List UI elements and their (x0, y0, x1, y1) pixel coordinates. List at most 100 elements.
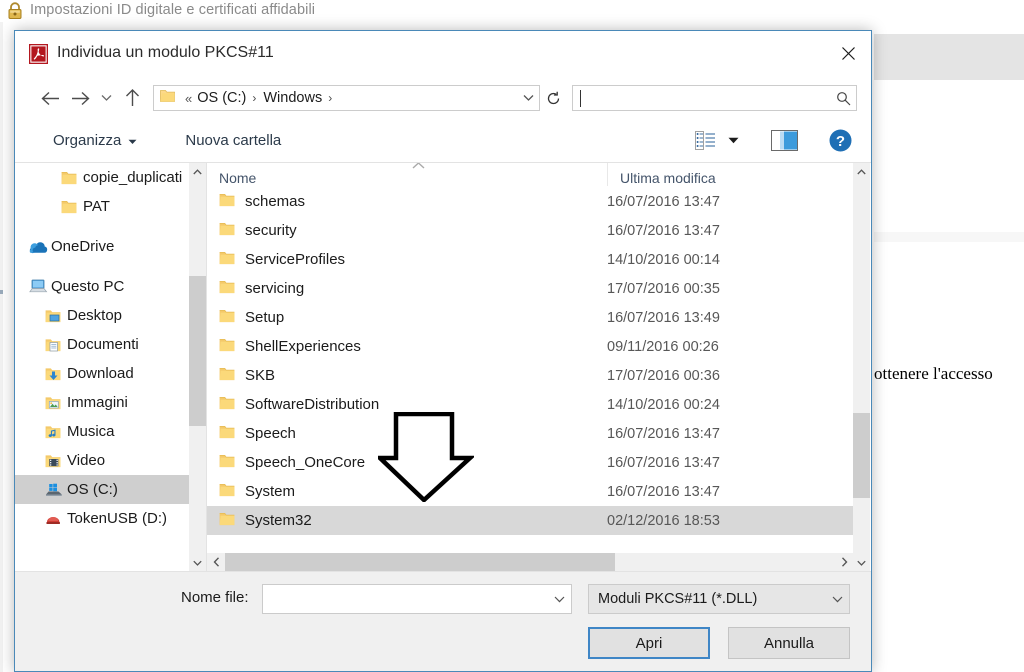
refresh-icon[interactable] (540, 85, 566, 111)
filename-label: Nome file: (181, 589, 249, 606)
file-rows: schemas 16/07/2016 13:47 security 16/07/201… (207, 187, 853, 571)
onedrive-icon (29, 240, 51, 254)
up-one-level-button[interactable] (117, 83, 147, 113)
forward-button[interactable] (65, 83, 95, 113)
file-name-label: ShellExperiences (245, 338, 361, 355)
folder-icon (219, 280, 245, 298)
file-list-pane: Nome Ultima modifica schemas 16/07/2016 1… (207, 163, 871, 571)
column-header-nome-label: Nome (219, 170, 257, 186)
windows-drive-icon (45, 483, 67, 497)
folder-icon (219, 454, 245, 472)
sidebar-item-desktop[interactable]: Desktop (15, 301, 206, 330)
sidebar-item-musica[interactable]: Musica (15, 417, 206, 446)
table-row[interactable]: ShellExperiences 09/11/2016 00:26 (207, 332, 853, 361)
chevron-right-icon[interactable] (835, 553, 853, 571)
column-header-nome[interactable]: Nome (207, 163, 607, 186)
horizontal-scroll-thumb[interactable] (225, 553, 615, 571)
back-button[interactable] (35, 83, 65, 113)
organizza-button[interactable]: Organizza (47, 129, 143, 152)
chevron-up-icon[interactable] (853, 163, 870, 180)
help-circle-icon[interactable]: ? (823, 126, 857, 156)
cancel-button[interactable]: Annulla (728, 627, 850, 659)
folder-icon (219, 338, 245, 356)
chevron-right-icon[interactable]: › (248, 91, 261, 105)
sidebar-item-os-c[interactable]: OS (C:) (15, 475, 206, 504)
caret-down-icon (128, 132, 137, 149)
close-icon[interactable] (825, 31, 871, 75)
sidebar-item-onedrive[interactable]: OneDrive (15, 232, 206, 261)
table-row[interactable]: SoftwareDistribution 14/10/2016 00:24 (207, 390, 853, 419)
chevron-down-icon[interactable] (189, 554, 206, 571)
file-list-vertical-scrollbar[interactable] (853, 163, 870, 571)
nuova-cartella-button[interactable]: Nuova cartella (179, 129, 287, 152)
sidebar-item-list: copie_duplicati PAT OneDrive Questo PC Deskt… (15, 163, 206, 533)
chevron-up-icon[interactable] (189, 163, 206, 180)
table-row[interactable]: schemas 16/07/2016 13:47 (207, 187, 853, 216)
table-row[interactable]: Setup 16/07/2016 13:49 (207, 303, 853, 332)
table-row[interactable]: servicing 17/07/2016 00:35 (207, 274, 853, 303)
sidebar-item-copie-duplicati[interactable]: copie_duplicati (15, 163, 206, 192)
chevron-down-icon[interactable] (547, 596, 571, 603)
search-icon[interactable] (830, 91, 856, 106)
address-dropdown-icon[interactable] (517, 86, 539, 110)
sidebar-item-label: TokenUSB (D:) (67, 510, 168, 527)
music-folder-icon (45, 425, 67, 439)
file-list-scroll-thumb[interactable] (853, 413, 870, 498)
sidebar-item-questo-pc[interactable]: Questo PC (15, 272, 206, 301)
sidebar-item-pat[interactable]: PAT (15, 192, 206, 221)
open-button[interactable]: Apri (588, 627, 710, 659)
breadcrumb-overflow[interactable]: « (182, 91, 195, 106)
background-panel-band-secondary (874, 232, 1024, 242)
preview-pane-icon[interactable] (767, 126, 801, 156)
table-row[interactable]: ServiceProfiles 14/10/2016 00:14 (207, 245, 853, 274)
table-row[interactable]: System32 02/12/2016 18:53 (207, 506, 853, 535)
table-row[interactable]: SKB 17/07/2016 00:36 (207, 361, 853, 390)
sidebar-item-video[interactable]: Video (15, 446, 206, 475)
sidebar-item-tokenusb-d[interactable]: TokenUSB (D:) (15, 504, 206, 533)
sidebar-item-download[interactable]: Download (15, 359, 206, 388)
dialog-titlebar[interactable]: Individua un modulo PKCS#11 (15, 31, 871, 77)
chevron-right-icon[interactable]: › (324, 91, 337, 105)
table-row[interactable]: security 16/07/2016 13:47 (207, 216, 853, 245)
file-list-horizontal-scrollbar[interactable] (207, 553, 853, 571)
organizza-label: Organizza (53, 132, 122, 149)
table-row[interactable]: System 16/07/2016 13:47 (207, 477, 853, 506)
horizontal-scroll-track[interactable] (225, 553, 835, 571)
file-type-filter-dropdown[interactable]: Moduli PKCS#11 (*.DLL) (588, 584, 850, 614)
file-modified-label: 16/07/2016 13:47 (607, 454, 720, 471)
sidebar-item-label: Questo PC (51, 278, 125, 295)
chevron-down-icon[interactable] (825, 596, 849, 603)
chevron-down-icon[interactable] (853, 554, 870, 571)
table-row[interactable]: Speech 16/07/2016 13:47 (207, 419, 853, 448)
breadcrumb-item-windows[interactable]: Windows (261, 90, 324, 106)
view-options-caret-icon[interactable] (723, 126, 743, 156)
background-left-edge (0, 22, 3, 672)
search-input[interactable] (572, 85, 857, 111)
sidebar-item-immagini[interactable]: Immagini (15, 388, 206, 417)
file-modified-label: 14/10/2016 00:14 (607, 251, 720, 268)
folder-icon (219, 222, 245, 240)
view-list-icon[interactable] (689, 126, 723, 156)
table-row[interactable]: Speech_OneCore 16/07/2016 13:47 (207, 448, 853, 477)
sidebar-item-documenti[interactable]: Documenti (15, 330, 206, 359)
sidebar-item-label: PAT (83, 198, 110, 215)
file-name-label: SoftwareDistribution (245, 396, 380, 413)
folder-icon (160, 89, 175, 107)
file-name-label: security (245, 222, 297, 239)
column-header-ultima-modifica[interactable]: Ultima modifica (607, 163, 807, 186)
sidebar-item-label: OneDrive (51, 238, 115, 255)
address-bar[interactable]: « OS (C:) › Windows › (153, 85, 540, 111)
sidebar-scroll-thumb[interactable] (189, 276, 206, 426)
file-name-label: Speech_OneCore (245, 454, 366, 471)
filename-input[interactable] (262, 584, 572, 614)
adobe-acrobat-icon (29, 44, 48, 64)
file-name-label: ServiceProfiles (245, 251, 346, 268)
breadcrumb-item-os-c[interactable]: OS (C:) (195, 90, 248, 106)
file-name-cell: security (207, 222, 607, 240)
recent-locations-icon[interactable] (95, 83, 117, 113)
file-name-cell: System (207, 483, 607, 501)
chevron-left-icon[interactable] (207, 553, 225, 571)
sidebar-item-label: Immagini (67, 394, 128, 411)
folder-icon (219, 309, 245, 327)
sidebar-scrollbar[interactable] (189, 163, 206, 571)
